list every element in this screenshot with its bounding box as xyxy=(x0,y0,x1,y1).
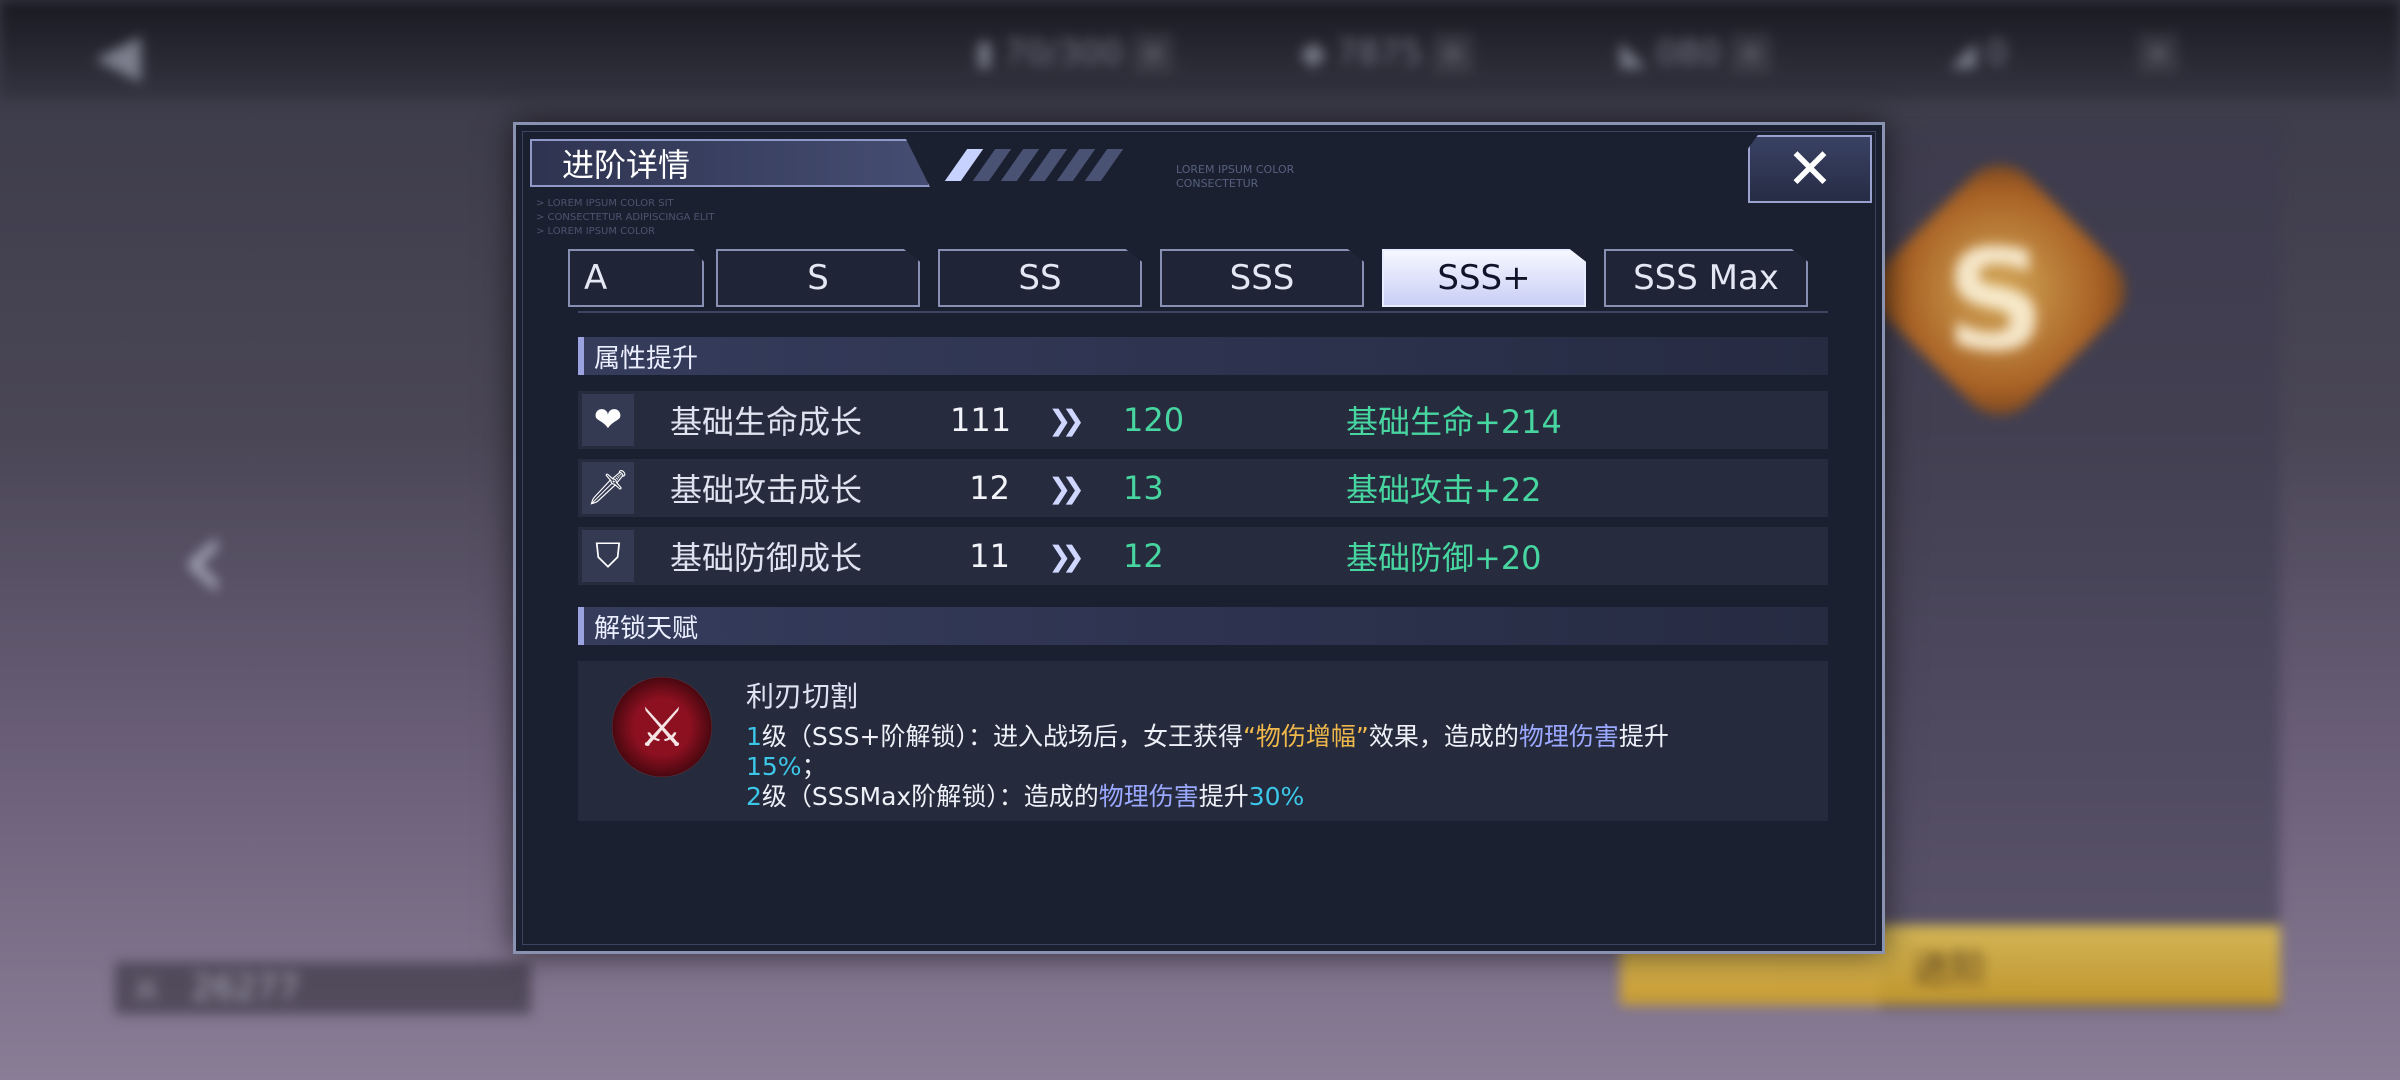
decorative-text: LOREM IPSUM COLOR CONSECTETUR xyxy=(1176,163,1295,190)
attributes-heading: 属性提升 xyxy=(578,337,1828,375)
stat-label: 基础防御成长 xyxy=(670,539,863,577)
talent-name: 利刃切割 xyxy=(746,680,859,713)
resource-value: 0 xyxy=(1986,33,2008,73)
power-value: 26277 xyxy=(191,968,300,1008)
advance-details-modal: 进阶详情 LOREM IPSUM COLOR CONSECTETUR > LOR… xyxy=(513,122,1885,954)
coupon-icon: ◢ xyxy=(1950,33,1977,73)
back-icon[interactable]: ◀ xyxy=(95,20,141,90)
close-button[interactable]: ✕ xyxy=(1748,135,1872,203)
stat-bonus: 基础生命+214 xyxy=(1346,403,1562,441)
decorative-text-left: > LOREM IPSUM COLOR SIT > CONSECTETUR AD… xyxy=(536,198,715,237)
rank-letter: S xyxy=(1945,220,2046,383)
tab-s[interactable]: S xyxy=(716,249,920,307)
shield-icon: ⛉ xyxy=(582,530,634,582)
stat-bonus: 基础攻击+22 xyxy=(1346,471,1542,509)
plus-icon[interactable]: + xyxy=(1432,33,1473,73)
close-icon: ✕ xyxy=(1786,136,1834,202)
stat-label: 基础生命成长 xyxy=(670,403,863,441)
tab-a[interactable]: A xyxy=(568,249,704,307)
stat-row-defense: ⛉ 基础防御成长 11 ❯❯ 12 基础防御+20 xyxy=(578,527,1828,585)
resource-coupon[interactable]: ◢ 0 + xyxy=(1950,28,2178,78)
stat-new-value: 120 xyxy=(1123,401,1185,439)
resource-value: 7875 xyxy=(1336,33,1423,73)
plus-icon[interactable]: + xyxy=(1731,33,1772,73)
power-display: ⚔ 26277 xyxy=(115,962,531,1014)
ticket-icon: ◣ xyxy=(1620,33,1647,73)
resource-value: 080 xyxy=(1656,33,1722,73)
resource-energy[interactable]: ▮ 70/300 + xyxy=(975,28,1174,78)
gem-icon: ◆ xyxy=(1300,33,1327,73)
talent-level-1-text: 1级（SSS+阶解锁）：进入战场后，女王获得“物伤增幅”效果，造成的物理伤害提升 xyxy=(746,722,1669,751)
stat-old-value: 11 xyxy=(969,537,1010,575)
talent-level-2-text: 2级（SSSMax阶解锁）：造成的物理伤害提升30% xyxy=(746,782,1305,811)
tab-sss[interactable]: SSS xyxy=(1160,249,1364,307)
tab-sss-max[interactable]: SSS Max xyxy=(1604,249,1808,307)
stat-label: 基础攻击成长 xyxy=(670,471,863,509)
tab-ss[interactable]: SS xyxy=(938,249,1142,307)
rank-tabs: A S SS SSS SSS+ SSS Max xyxy=(568,249,1828,309)
stat-new-value: 12 xyxy=(1123,537,1164,575)
heart-icon: ❤ xyxy=(582,394,634,446)
stat-new-value: 13 xyxy=(1123,469,1164,507)
blade-talent-icon: ⚔ xyxy=(612,677,712,777)
double-chevron-icon: ❯❯ xyxy=(1048,403,1085,437)
double-chevron-icon: ❯❯ xyxy=(1048,471,1085,505)
talent-card: ⚔ 利刃切割 1级（SSS+阶解锁）：进入战场后，女王获得“物伤增幅”效果，造成… xyxy=(578,661,1828,821)
talent-heading: 解锁天赋 xyxy=(578,607,1828,645)
top-bar: ◀ ▮ 70/300 + ◆ 7875 + ◣ 080 + ◢ 0 + xyxy=(0,0,2400,100)
stat-bonus: 基础防御+20 xyxy=(1346,539,1542,577)
stat-old-value: 12 xyxy=(969,469,1010,507)
double-chevron-icon: ❯❯ xyxy=(1048,539,1085,573)
stat-old-value: 111 xyxy=(950,401,1012,439)
modal-title: 进阶详情 xyxy=(530,139,930,187)
resource-value: 70/300 xyxy=(1003,33,1124,73)
resource-gem[interactable]: ◆ 7875 + xyxy=(1300,28,1473,78)
decorative-stripes xyxy=(944,149,1136,181)
sword-icon: 🗡 xyxy=(582,462,634,514)
stat-row-hp: ❤ 基础生命成长 111 ❯❯ 120 基础生命+214 xyxy=(578,391,1828,449)
resource-ticket[interactable]: ◣ 080 + xyxy=(1620,28,1772,78)
tab-divider xyxy=(578,311,1828,313)
energy-icon: ▮ xyxy=(975,33,994,73)
stat-row-attack: 🗡 基础攻击成长 12 ❯❯ 13 基础攻击+22 xyxy=(578,459,1828,517)
power-icon: ⚔ xyxy=(131,968,162,1008)
plus-icon[interactable]: + xyxy=(2137,33,2178,73)
previous-arrow-icon[interactable]: ‹ xyxy=(180,490,228,629)
plus-icon[interactable]: + xyxy=(1133,33,1174,73)
tab-sss-plus[interactable]: SSS+ xyxy=(1382,249,1586,307)
